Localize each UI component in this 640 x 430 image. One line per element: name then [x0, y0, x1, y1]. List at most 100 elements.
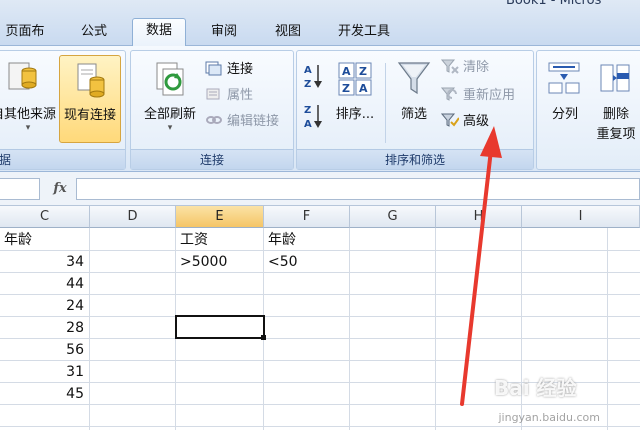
- svg-text:A: A: [359, 82, 368, 95]
- advanced-filter-button[interactable]: 高级: [440, 111, 489, 133]
- properties-label: 属性: [227, 88, 254, 103]
- svg-text:Z: Z: [304, 79, 311, 90]
- filter-label: 筛选: [400, 107, 427, 122]
- refresh-all-label: 全部刷新: [143, 107, 196, 122]
- cell-c-value[interactable]: 56: [0, 339, 88, 361]
- group-sort-filter: A Z Z A A Z Z A 排序... 筛选 清除 重新应用 高级 排序和筛…: [296, 50, 534, 170]
- refresh-icon: [156, 62, 184, 96]
- text-to-columns-label: 分列: [551, 107, 578, 122]
- database-icon: [8, 62, 37, 90]
- clear-label: 清除: [463, 60, 490, 75]
- reapply-button[interactable]: 重新应用: [440, 85, 515, 107]
- sort-dialog-icon: A Z Z A: [338, 62, 372, 96]
- tab-data[interactable]: 数据: [132, 18, 186, 47]
- baidu-watermark-url: jingyan.baidu.com: [498, 411, 600, 424]
- remove-duplicates-icon: [600, 64, 630, 92]
- svg-text:A: A: [304, 119, 312, 130]
- connections-button[interactable]: 连接: [205, 59, 253, 81]
- cell-c-value[interactable]: 45: [0, 383, 88, 405]
- grid-line: [0, 316, 640, 317]
- svg-text:A: A: [304, 65, 312, 76]
- tab-review[interactable]: 审阅: [198, 20, 250, 46]
- clear-filter-button[interactable]: 清除: [440, 57, 490, 79]
- connection-document-icon: [77, 63, 105, 98]
- column-header-g[interactable]: G: [350, 206, 436, 228]
- sort-button[interactable]: A Z Z A 排序...: [329, 55, 381, 141]
- advanced-filter-icon: [440, 112, 460, 128]
- cell-e-criteria[interactable]: >5000: [176, 251, 262, 273]
- connections-label: 连接: [227, 62, 254, 77]
- svg-text:Z: Z: [359, 65, 367, 78]
- remove-duplicates-label-1: 删除: [602, 107, 629, 122]
- filter-button[interactable]: 筛选: [391, 55, 437, 141]
- group-connections: 全部刷新 ▾ 连接 属性 编辑链接 连接: [130, 50, 294, 170]
- cell-c-header[interactable]: 年龄: [0, 229, 88, 251]
- formula-input[interactable]: [76, 178, 640, 200]
- edit-links-button[interactable]: 编辑链接: [205, 111, 279, 133]
- grid-line: [89, 228, 90, 430]
- column-header-i[interactable]: I: [522, 206, 640, 228]
- baidu-watermark: Bai 经验: [494, 376, 577, 400]
- group-label-get-external-data: 据: [0, 149, 125, 169]
- fill-handle[interactable]: [261, 335, 266, 340]
- column-header-h[interactable]: H: [436, 206, 522, 228]
- cell-c-value[interactable]: 31: [0, 361, 88, 383]
- insert-function-icon[interactable]: fx: [48, 178, 72, 200]
- text-to-columns-icon: [548, 62, 580, 94]
- connections-icon: [205, 60, 223, 76]
- remove-duplicates-button[interactable]: 删除 重复项: [591, 55, 640, 142]
- text-to-columns-button[interactable]: 分列: [543, 55, 587, 141]
- tab-view[interactable]: 视图: [262, 20, 314, 46]
- tab-developer[interactable]: 开发工具: [326, 20, 402, 46]
- group-label-sort-filter: 排序和筛选: [297, 149, 533, 169]
- column-header-f[interactable]: F: [264, 206, 350, 228]
- cell-c-value[interactable]: 44: [0, 273, 88, 295]
- other-sources-label: 自其他来源: [0, 107, 57, 122]
- existing-connections-label: 现有连接: [63, 108, 116, 123]
- ribbon: 自其他来源 ▾ 现有连接 据 全部刷新 ▾: [0, 46, 640, 172]
- chevron-down-icon: ▾: [25, 123, 31, 133]
- ribbon-separator: [385, 63, 386, 143]
- refresh-all-button[interactable]: 全部刷新 ▾: [135, 55, 205, 143]
- cell-c-value[interactable]: 28: [0, 317, 88, 339]
- existing-connections-button[interactable]: 现有连接: [59, 55, 121, 143]
- grid-line: [0, 338, 640, 339]
- cell-e-header[interactable]: 工资: [176, 229, 262, 251]
- group-label-connections: 连接: [131, 149, 293, 169]
- other-sources-button[interactable]: 自其他来源 ▾: [0, 55, 57, 141]
- chain-link-icon: [205, 112, 223, 128]
- formula-bar: fx: [0, 172, 640, 206]
- grid-line: [0, 294, 640, 295]
- svg-text:A: A: [342, 65, 351, 78]
- svg-text:Z: Z: [342, 82, 350, 95]
- column-header-d[interactable]: D: [90, 206, 176, 228]
- chevron-down-icon: ▾: [167, 123, 173, 133]
- edit-links-label: 编辑链接: [227, 114, 280, 129]
- column-header-e[interactable]: E: [176, 206, 264, 228]
- sort-ascending-icon: A Z: [304, 65, 322, 90]
- tab-formulas[interactable]: 公式: [68, 20, 120, 46]
- sort-label: 排序...: [335, 107, 375, 122]
- active-cell[interactable]: [175, 315, 265, 339]
- grid-line: [607, 228, 608, 430]
- cell-c-value[interactable]: 24: [0, 295, 88, 317]
- clear-filter-icon: [440, 58, 459, 74]
- column-header-c[interactable]: C: [0, 206, 90, 228]
- cell-f-header[interactable]: 年龄: [264, 229, 348, 251]
- sort-z-to-a-button[interactable]: Z A: [301, 99, 325, 133]
- group-get-external-data: 自其他来源 ▾ 现有连接 据: [0, 50, 126, 170]
- ribbon-tab-bar: Book1 - Micros 页面布局 公式 数据 审阅 视图 开发工具: [0, 0, 640, 63]
- cell-c-value[interactable]: 34: [0, 251, 88, 273]
- grid-line: [435, 228, 436, 430]
- cell-f-criteria[interactable]: <50: [264, 251, 348, 273]
- name-box[interactable]: [0, 178, 40, 200]
- grid-line: [0, 426, 640, 427]
- group-data-tools: 分列 删除 重复项: [536, 50, 640, 170]
- properties-button[interactable]: 属性: [205, 85, 253, 107]
- tab-page-layout[interactable]: 页面布局: [0, 20, 50, 63]
- grid-line: [349, 228, 350, 430]
- sort-a-to-z-button[interactable]: A Z: [301, 59, 325, 93]
- filter-funnel-icon: [397, 62, 431, 95]
- svg-text:Z: Z: [304, 105, 311, 116]
- window-title: Book1 - Micros: [506, 0, 602, 8]
